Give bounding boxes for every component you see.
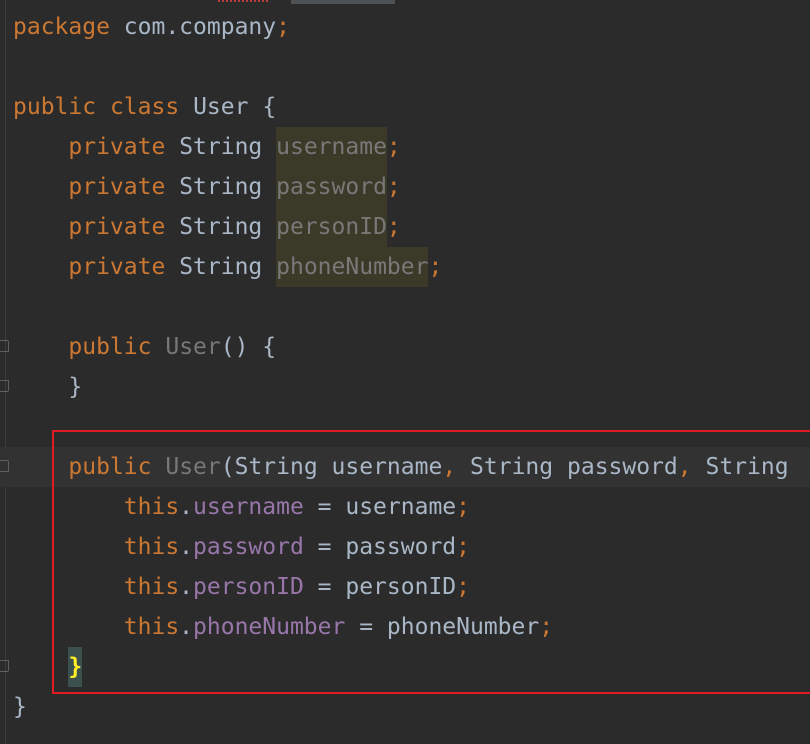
gutter-divider [5,0,6,744]
keyword-class: class [109,94,180,120]
keyword-private: private [68,174,166,200]
keyword-public: public [68,334,152,360]
keyword-private: private [68,134,166,160]
constructor-body-open: () { [220,334,277,360]
semicolon: ; [386,214,401,240]
type-name: String [179,214,263,240]
keyword-package: package [13,14,110,40]
fold-marker-icon[interactable] [0,380,9,392]
fold-marker-icon[interactable] [0,660,9,672]
field-name-unused: password [276,167,387,207]
code-line-package[interactable]: package com.company; [13,7,290,47]
semicolon: ; [386,174,401,200]
constructor-name-unused: User [165,334,221,360]
close-brace: } [68,374,83,400]
tab-error-marker [218,0,270,2]
field-name-unused: username [276,127,387,167]
code-line-field-password[interactable]: private String password; [13,167,401,207]
semicolon: ; [276,14,290,40]
annotation-box [52,430,810,694]
keyword-private: private [68,214,166,240]
type-name: String [179,254,263,280]
type-name: String [179,134,263,160]
code-line-class-declaration[interactable]: public class User { [13,87,276,127]
keyword-private: private [68,254,166,280]
code-editor[interactable]: package com.company; public class User {… [0,0,810,744]
fold-marker-icon[interactable] [0,460,9,472]
field-name-unused: phoneNumber [276,247,429,287]
open-brace: { [262,94,277,120]
semicolon: ; [386,134,401,160]
code-line-default-constructor[interactable]: public User() { [13,327,276,367]
fold-marker-icon[interactable] [0,340,9,352]
keyword-public: public [13,94,97,120]
field-name-unused: personID [276,207,387,247]
semicolon: ; [428,254,443,280]
code-line-field-personid[interactable]: private String personID; [13,207,401,247]
type-name: String [179,174,263,200]
close-brace: } [13,694,27,720]
class-name: User [193,94,249,120]
active-tab-indicator[interactable] [291,0,395,4]
code-line-class-close[interactable]: } [13,687,27,727]
code-line-field-username[interactable]: private String username; [13,127,401,167]
code-line-default-constructor-close[interactable]: } [13,367,82,407]
package-name: com.company [123,14,277,40]
code-line-field-phonenumber[interactable]: private String phoneNumber; [13,247,442,287]
